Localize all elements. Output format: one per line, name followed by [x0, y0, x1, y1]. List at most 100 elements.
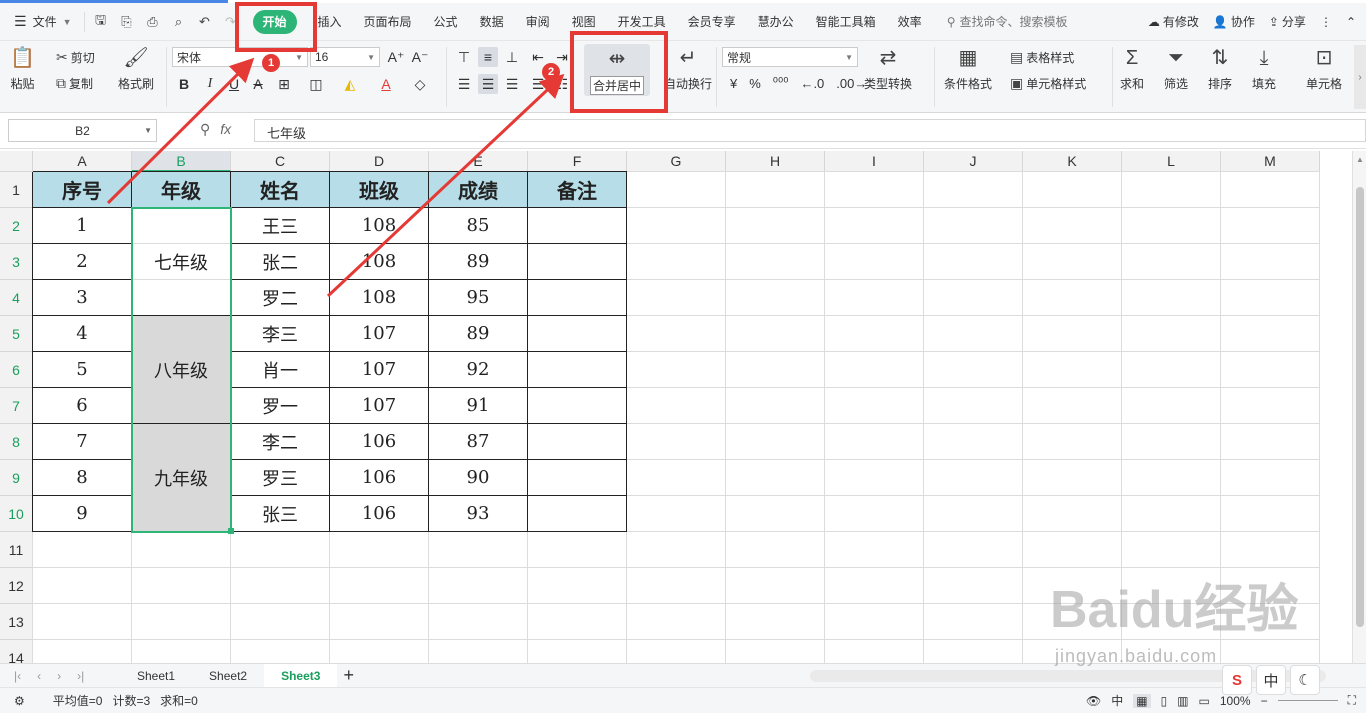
tab-developer[interactable]: 开发工具	[607, 10, 677, 34]
remark-cell[interactable]	[528, 352, 627, 388]
decrease-decimal-icon[interactable]: .00→	[836, 76, 867, 91]
score-cell[interactable]: 93	[429, 496, 528, 532]
cut-button[interactable]: ✂ 剪切	[56, 49, 95, 66]
remark-cell[interactable]	[528, 424, 627, 460]
class-cell[interactable]: 108	[330, 280, 429, 316]
ime-chinese-mode[interactable]: 中	[1256, 665, 1286, 695]
row-header-1[interactable]: 1	[0, 172, 33, 208]
name-cell[interactable]: 罗一	[231, 388, 330, 424]
remark-cell[interactable]	[528, 496, 627, 532]
row-header-6[interactable]: 6	[0, 352, 33, 388]
row-header-5[interactable]: 5	[0, 316, 33, 352]
column-header-j[interactable]: J	[924, 151, 1023, 172]
conditional-format-button[interactable]: ▦ 条件格式	[944, 47, 992, 92]
type-convert-button[interactable]: ⇄ 类型转换	[864, 47, 912, 92]
remark-cell[interactable]	[528, 208, 627, 244]
print-preview-icon[interactable]: ⌕	[171, 14, 187, 30]
remark-cell[interactable]	[528, 244, 627, 280]
score-cell[interactable]: 87	[429, 424, 528, 460]
scroll-up-icon[interactable]: ▲	[1356, 155, 1364, 164]
score-cell[interactable]: 95	[429, 280, 528, 316]
row-header-7[interactable]: 7	[0, 388, 33, 424]
remark-cell[interactable]	[528, 460, 627, 496]
thousands-icon[interactable]: ⁰⁰⁰	[773, 75, 789, 91]
score-cell[interactable]: 91	[429, 388, 528, 424]
filter-button[interactable]: ⏷ 筛选	[1164, 47, 1188, 92]
next-sheet-icon[interactable]: ›	[57, 669, 61, 683]
print-icon[interactable]: ⎙	[145, 14, 161, 30]
last-sheet-icon[interactable]: ›|	[77, 669, 84, 683]
merged-grade-cell[interactable]: 九年级	[132, 424, 231, 532]
table-style-button[interactable]: ▤ 表格样式	[1010, 49, 1074, 66]
column-header-d[interactable]: D	[330, 151, 429, 172]
insert-function-button[interactable]: fx	[220, 121, 231, 138]
first-sheet-icon[interactable]: |‹	[14, 669, 21, 683]
row-header-11[interactable]: 11	[0, 532, 33, 568]
table-header-cell[interactable]: 年级	[132, 172, 231, 208]
export-icon[interactable]: ⎘	[119, 14, 135, 30]
add-sheet-icon[interactable]: +	[337, 665, 354, 686]
merged-grade-cell[interactable]: 七年级	[132, 208, 231, 316]
align-right-icon[interactable]: ☰	[502, 74, 522, 94]
name-box[interactable]: B2 ▼	[8, 119, 157, 142]
seq-cell[interactable]: 7	[33, 424, 132, 460]
prev-sheet-icon[interactable]: ‹	[37, 669, 41, 683]
tab-member[interactable]: 会员专享	[677, 10, 747, 34]
tab-formulas[interactable]: 公式	[423, 10, 469, 34]
row-header-14[interactable]: 14	[0, 640, 33, 663]
normal-view-icon[interactable]: ▦	[1133, 693, 1151, 708]
seq-cell[interactable]: 1	[33, 208, 132, 244]
row-header-13[interactable]: 13	[0, 604, 33, 640]
seq-cell[interactable]: 9	[33, 496, 132, 532]
reading-mode-icon[interactable]: ▭	[1199, 694, 1210, 708]
seq-cell[interactable]: 3	[33, 280, 132, 316]
tab-huibangong[interactable]: 慧办公	[747, 10, 805, 34]
clear-format-icon[interactable]: ◇	[410, 74, 430, 94]
collaborate-button[interactable]: 👤 协作	[1213, 13, 1255, 30]
row-header-12[interactable]: 12	[0, 568, 33, 604]
fill-handle[interactable]	[228, 528, 234, 534]
sort-button[interactable]: ⇅ 排序	[1208, 47, 1232, 92]
fill-color-icon[interactable]: ◭	[340, 74, 360, 94]
seq-cell[interactable]: 5	[33, 352, 132, 388]
more-menu-icon[interactable]: ⋮	[1320, 15, 1332, 29]
cell-button[interactable]: ⊡ 单元格	[1306, 47, 1342, 92]
table-header-cell[interactable]: 班级	[330, 172, 429, 208]
class-cell[interactable]: 107	[330, 388, 429, 424]
name-cell[interactable]: 李二	[231, 424, 330, 460]
macro-icon[interactable]: ⚙	[14, 694, 25, 708]
vertical-scroll-thumb[interactable]	[1356, 187, 1364, 627]
column-header-l[interactable]: L	[1122, 151, 1221, 172]
cell-style-button[interactable]: ▣ 单元格样式	[1010, 75, 1086, 92]
sheet-tab-2[interactable]: Sheet2	[192, 664, 264, 688]
row-header-2[interactable]: 2	[0, 208, 33, 244]
row-header-4[interactable]: 4	[0, 280, 33, 316]
font-size-select[interactable]: 16 ▼	[310, 47, 380, 67]
name-cell[interactable]: 李三	[231, 316, 330, 352]
number-format-select[interactable]: 常规 ▼	[722, 47, 858, 67]
row-header-8[interactable]: 8	[0, 424, 33, 460]
share-button[interactable]: ⇪ 分享	[1269, 13, 1306, 30]
row-header-9[interactable]: 9	[0, 460, 33, 496]
align-left-icon[interactable]: ☰	[454, 74, 474, 94]
align-top-icon[interactable]: ⊤	[454, 47, 474, 67]
decrease-font-icon[interactable]: A⁻	[410, 47, 430, 67]
seq-cell[interactable]: 8	[33, 460, 132, 496]
row-header-3[interactable]: 3	[0, 244, 33, 280]
tab-efficiency[interactable]: 效率	[887, 10, 933, 34]
sheet-tab-3[interactable]: Sheet3	[264, 663, 338, 688]
increase-font-icon[interactable]: A⁺	[386, 47, 406, 67]
name-cell[interactable]: 肖一	[231, 352, 330, 388]
name-cell[interactable]: 张三	[231, 496, 330, 532]
table-header-cell[interactable]: 姓名	[231, 172, 330, 208]
page-layout-view-icon[interactable]: ▯	[1161, 694, 1168, 708]
underline-icon[interactable]: U	[224, 74, 244, 94]
column-header-g[interactable]: G	[627, 151, 726, 172]
seq-cell[interactable]: 2	[33, 244, 132, 280]
night-mode-icon[interactable]: ☾	[1290, 665, 1320, 695]
class-cell[interactable]: 108	[330, 244, 429, 280]
class-cell[interactable]: 107	[330, 352, 429, 388]
italic-icon[interactable]: I	[200, 74, 220, 94]
tab-smart-tools[interactable]: 智能工具箱	[805, 10, 887, 34]
name-cell[interactable]: 王三	[231, 208, 330, 244]
